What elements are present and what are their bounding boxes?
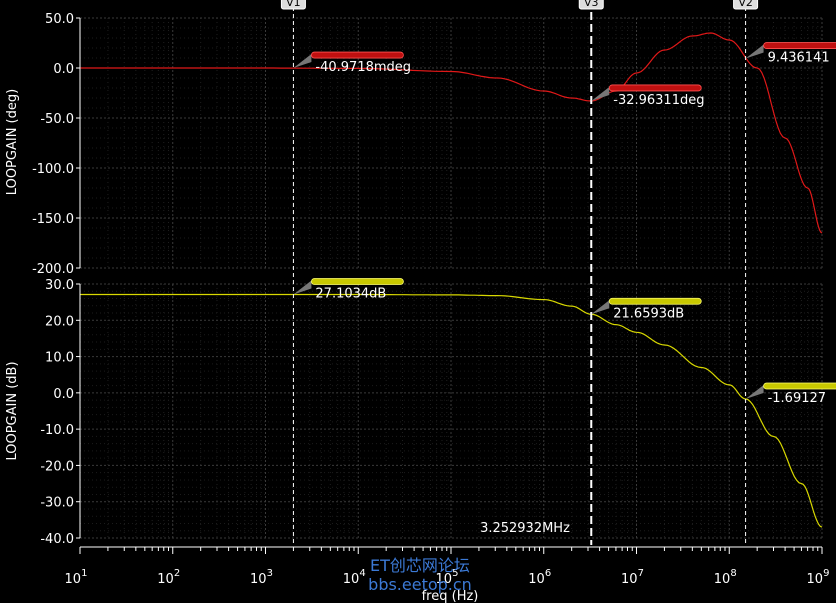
phase-y-tick-label: -200.0 (32, 262, 74, 277)
cursor-label-v2: V2 (738, 0, 753, 9)
phase-y-tick-label: 0.0 (53, 62, 74, 77)
gain-y-tick-label: -20.0 (40, 459, 74, 474)
phase-y-tick-label: -100.0 (32, 162, 74, 177)
gain-y-tick-label: 30.0 (45, 278, 74, 293)
marker-flag (311, 51, 404, 59)
marker-label: 27.1034dB (315, 287, 386, 302)
phase-y-tick-label: 50.0 (45, 12, 74, 27)
loopgain-chart: V1 V3 V2 -40.9718mdeg -32.96311deg 9.436141 2… (0, 0, 836, 603)
marker-label: -32.96311deg (613, 93, 704, 108)
marker-label: 9.436141 (768, 51, 830, 66)
freq-readout: 3.252932MHz (480, 521, 570, 536)
marker-label: -1.69127 (768, 391, 826, 406)
watermark-url: bbs.eetop.cn (368, 575, 472, 594)
gain-y-tick-label: -10.0 (40, 423, 74, 438)
cursor-label-v1: V1 (286, 0, 301, 9)
watermark-title: ET创芯网论坛 (370, 556, 470, 575)
phase-y-tick-label: -50.0 (40, 112, 74, 127)
gain-y-tick-label: -40.0 (40, 532, 74, 547)
marker-flag (763, 382, 836, 390)
marker-label: -40.9718mdeg (315, 60, 411, 75)
gain-y-axis-label: LOOPGAIN (dB) (5, 361, 20, 460)
phase-y-tick-label: -150.0 (32, 212, 74, 227)
marker-flag (608, 84, 702, 92)
marker-label: 21.6593dB (613, 306, 684, 321)
marker-flag (763, 42, 836, 49)
gain-y-tick-label: 10.0 (45, 351, 74, 366)
gain-y-tick-label: 0.0 (53, 387, 74, 402)
gain-y-tick-label: -30.0 (40, 496, 74, 511)
gain-y-tick-label: 20.0 (45, 314, 74, 329)
marker-flag (608, 297, 702, 305)
cursor-label-v3: V3 (584, 0, 599, 9)
marker-flag (311, 278, 404, 285)
phase-y-axis-label: LOOPGAIN (deg) (5, 89, 20, 195)
waveform-viewer: V1 V3 V2 -40.9718mdeg -32.96311deg 9.436141 2… (0, 0, 836, 603)
